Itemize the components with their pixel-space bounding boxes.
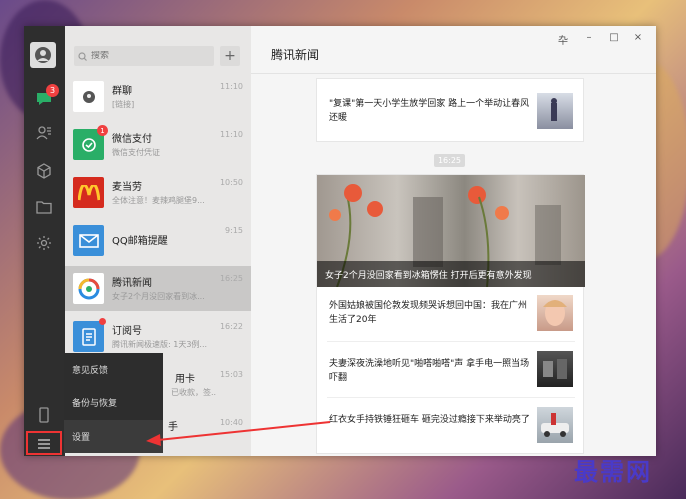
watermark-logo: 最需网 xyxy=(574,457,652,486)
annotation-arrow xyxy=(146,421,331,446)
